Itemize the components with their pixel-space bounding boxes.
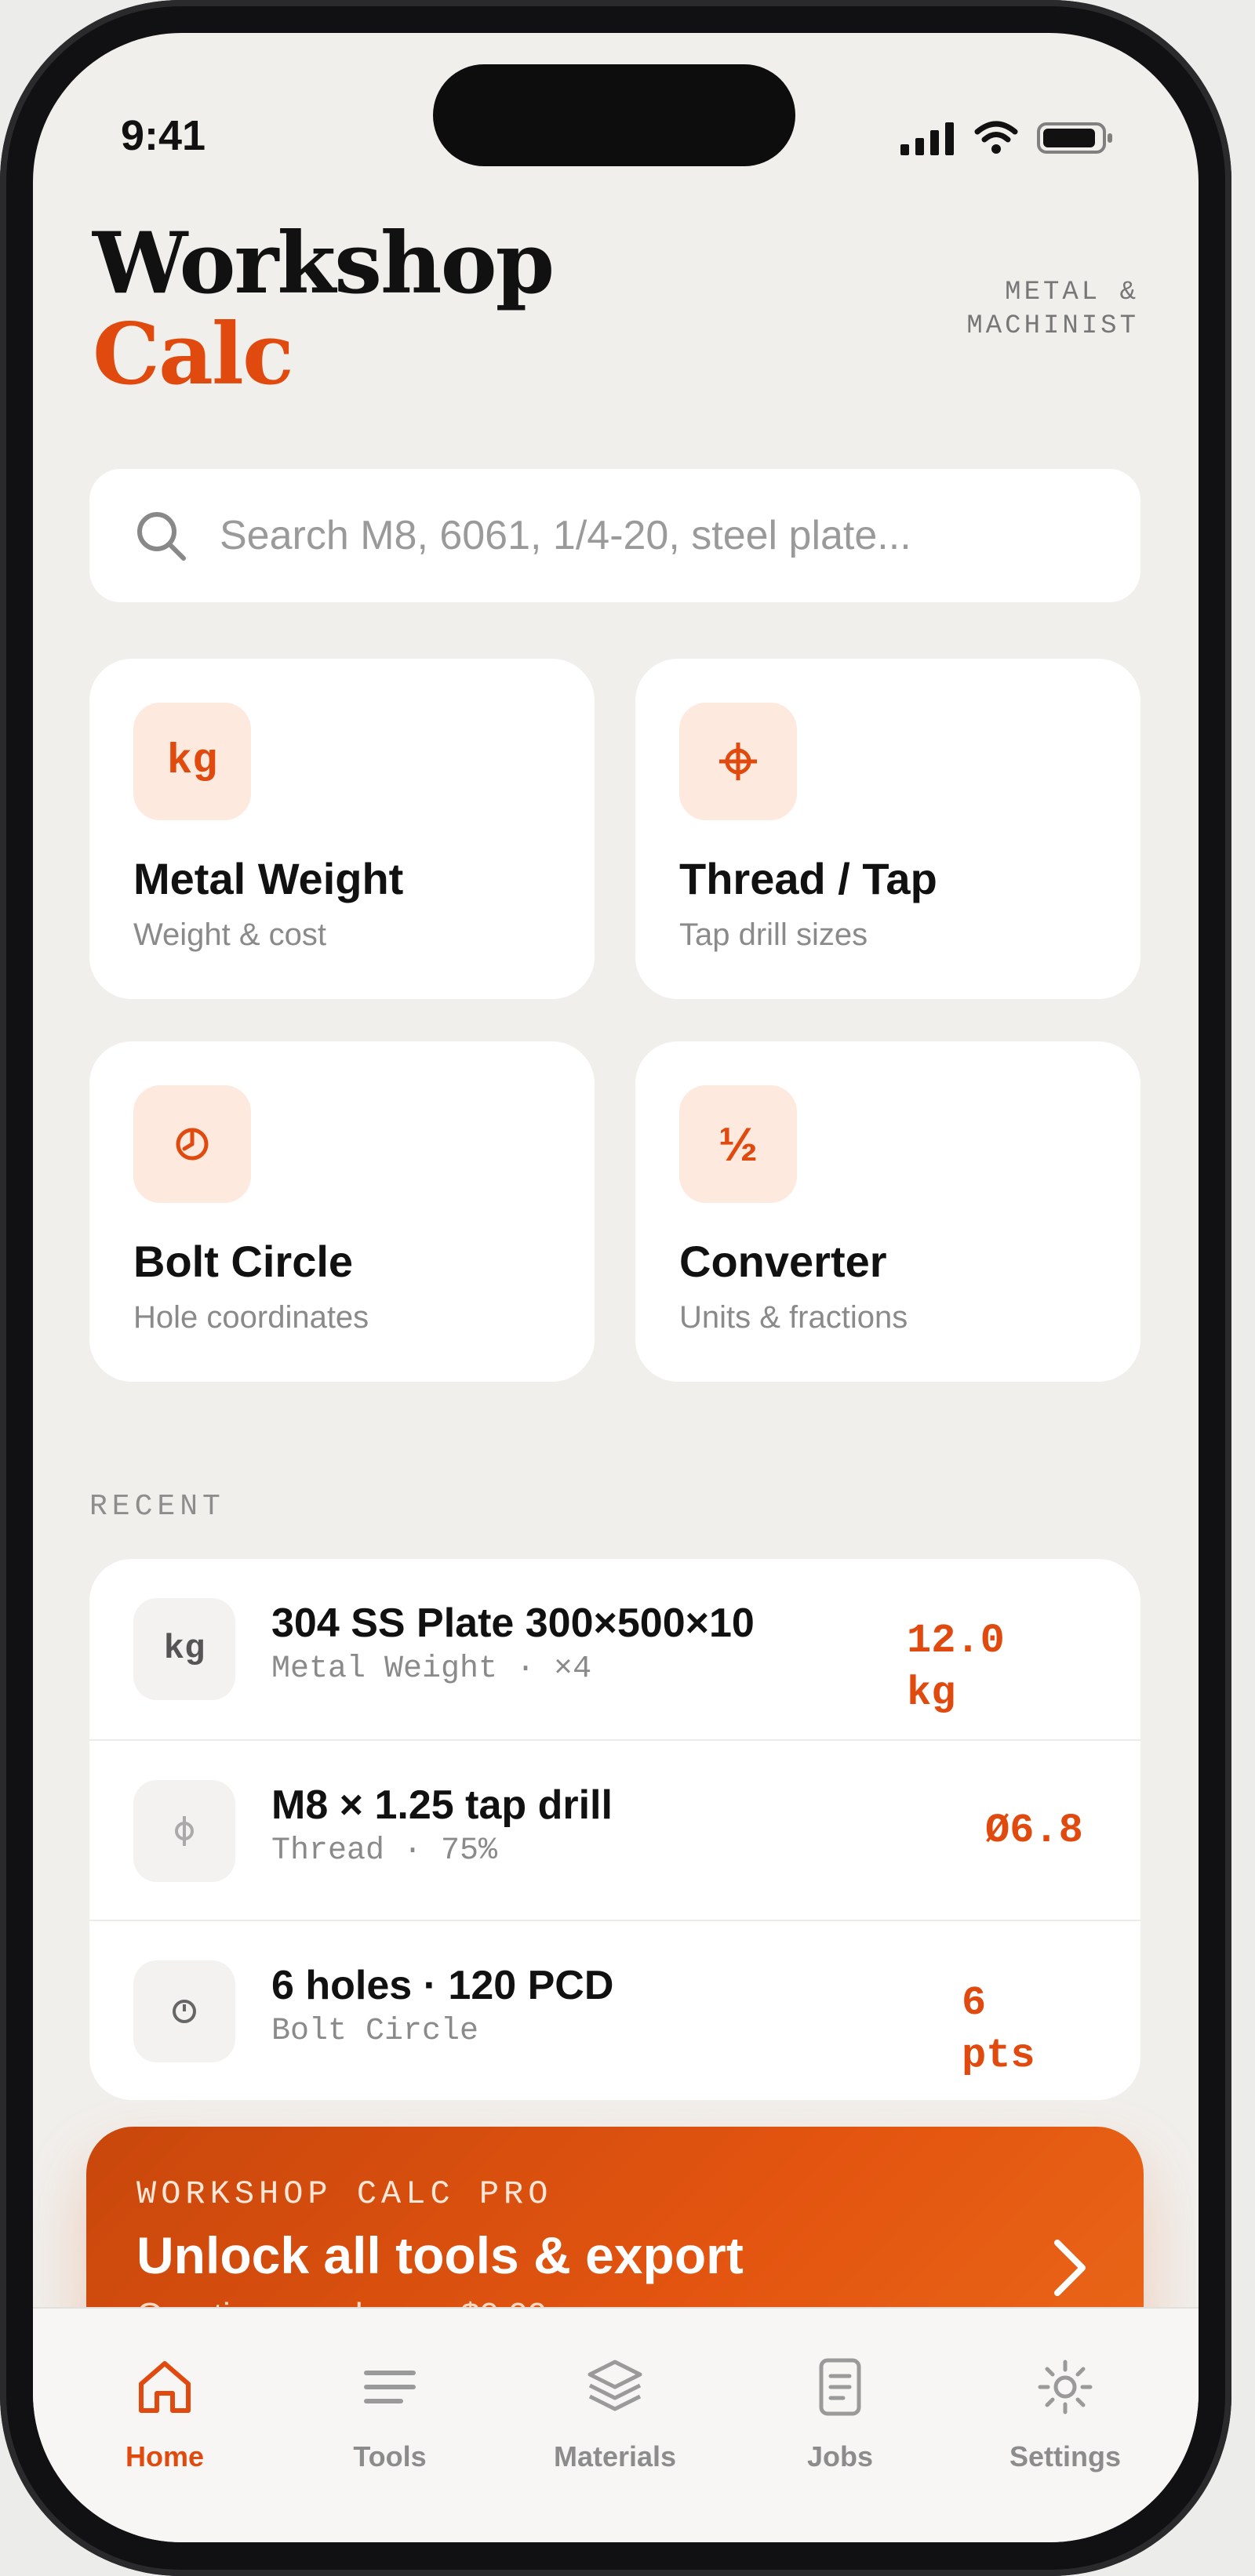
list-item-title: M8 × 1.25 tap drill [271,1782,613,1828]
app-title-line1: Workshop [93,214,555,313]
tagline-line1: METAL & [1005,278,1139,307]
tool-subtitle: Weight & cost [133,917,327,952]
tab-home[interactable]: Home [71,2348,259,2473]
app-title-line2: Calc [93,305,294,404]
search-placeholder: Search M8, 6061, 1/4-20, steel plate... [220,513,911,558]
search-icon [137,512,186,561]
bolt-circle-icon [133,1960,235,2062]
layers-icon [521,2348,709,2426]
bolt-circle-icon [133,1085,251,1203]
crosshair-icon [679,703,797,820]
tool-title: Thread / Tap [679,854,937,903]
crosshair-icon [133,1780,235,1882]
chevron-right-icon [1054,2240,1086,2296]
status-icons [900,121,1114,155]
tagline-line2: MACHINIST [966,311,1139,341]
list-item[interactable]: 6 holes · 120 PCD Bolt Circle 6 pts [89,1920,1140,2100]
search-input[interactable]: Search M8, 6061, 1/4-20, steel plate... [89,469,1140,602]
dynamic-island [433,64,795,166]
tab-label: Jobs [806,2440,874,2472]
tool-card-thread-tap[interactable]: Thread / Tap Tap drill sizes [635,659,1140,999]
list-item-value: 12.0 kg [907,1618,1005,1717]
list-item-title: 6 holes · 120 PCD [271,1963,614,2008]
screen: 9:41 Workshop Calc METAL & MACHINIST Sea… [33,33,1199,2542]
tool-card-bolt-circle[interactable]: Bolt Circle Hole coordinates [89,1041,595,1382]
recent-list: kg 304 SS Plate 300×500×10 Metal Weight … [89,1559,1140,2100]
sun-gear-icon [971,2348,1159,2426]
kg-icon: kg [133,1598,235,1700]
tab-label: Home [125,2440,205,2472]
list-item-subtitle: Metal Weight · ×4 [271,1651,592,1687]
list-item-title: 304 SS Plate 300×500×10 [271,1600,755,1646]
battery-icon [1037,122,1112,154]
kg-icon: kg [133,703,251,820]
fraction-icon: ½ [679,1085,797,1203]
tab-label: Settings [1009,2440,1121,2472]
app-title: Workshop Calc [93,214,555,404]
phone-frame: 9:41 Workshop Calc METAL & MACHINIST Sea… [0,0,1231,2576]
tool-title: Converter [679,1237,887,1286]
tool-subtitle: Hole coordinates [133,1300,369,1335]
list-item[interactable]: M8 × 1.25 tap drill Thread · 75% Ø6.8 [89,1739,1140,1920]
document-icon [746,2348,934,2426]
promo-kicker: WORKSHOP CALC PRO [136,2175,553,2213]
tagline: METAL & MACHINIST [888,276,1139,343]
list-icon [296,2348,484,2426]
wifi-icon [974,121,1018,154]
tool-card-metal-weight[interactable]: kg Metal Weight Weight & cost [89,659,595,999]
list-item-value: 6 pts [962,1980,1035,2079]
tool-title: Metal Weight [133,854,404,903]
tab-tools[interactable]: Tools [296,2348,484,2473]
list-item-value: Ø6.8 [985,1808,1083,1854]
tool-subtitle: Tap drill sizes [679,917,868,952]
section-label-recent: RECENT [89,1490,225,1524]
tab-bar: Home Tools Materials Jobs Settings [33,2307,1199,2542]
tab-label: Tools [353,2440,427,2472]
tool-title: Bolt Circle [133,1237,354,1286]
list-item-subtitle: Bolt Circle [271,2014,479,2049]
tab-jobs[interactable]: Jobs [746,2348,934,2473]
home-icon [71,2348,259,2426]
list-item[interactable]: kg 304 SS Plate 300×500×10 Metal Weight … [89,1559,1140,1739]
tab-settings[interactable]: Settings [971,2348,1159,2473]
signal-icon [900,122,954,155]
list-item-subtitle: Thread · 75% [271,1833,498,1869]
status-time: 9:41 [121,112,206,159]
tab-label: Materials [553,2440,677,2472]
promo-title: Unlock all tools & export [136,2226,744,2284]
tab-materials[interactable]: Materials [521,2348,709,2473]
tool-subtitle: Units & fractions [679,1300,908,1335]
tool-card-converter[interactable]: ½ Converter Units & fractions [635,1041,1140,1382]
